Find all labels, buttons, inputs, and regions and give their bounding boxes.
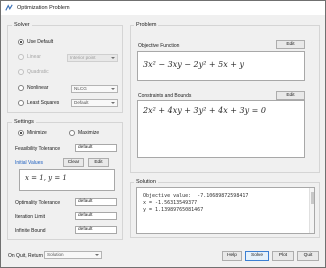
initial-values-expression: x = 1, y = 1 xyxy=(25,174,67,182)
radio-least-squares[interactable] xyxy=(18,100,24,106)
solution-objective-line: Objective value: -7.10689872598417 xyxy=(143,193,249,199)
constraints-label: Constraints and Bounds xyxy=(138,93,192,99)
window-title: Optimization Problem xyxy=(17,5,70,11)
least-squares-method-value: Default xyxy=(74,100,89,105)
quit-button[interactable]: Quit xyxy=(297,251,319,261)
constraints-expression: 2x² + 4xy + 3y² + 4x + 3y = 0 xyxy=(143,106,266,115)
maximize-option[interactable]: Maximize xyxy=(69,130,99,136)
solver-option-least-squares[interactable]: Least Squares xyxy=(18,100,59,106)
feasibility-tolerance-field[interactable]: default xyxy=(75,144,117,152)
settings-group-label: Settings xyxy=(12,119,36,125)
solver-option-quadratic: Quadratic xyxy=(18,69,49,75)
solver-option-nonlinear[interactable]: Nonlinear xyxy=(18,85,48,91)
linear-method-value: Interior point xyxy=(70,55,96,60)
solve-button[interactable]: Solve xyxy=(245,251,269,261)
solution-scroll-thumb[interactable] xyxy=(311,192,314,204)
solver-group-label: Solver xyxy=(12,22,32,28)
on-quit-value: Solution xyxy=(47,252,64,257)
infinite-bound-field[interactable]: default xyxy=(75,226,117,234)
solver-option-least-squares-label: Least Squares xyxy=(27,100,60,106)
chevron-down-icon xyxy=(111,57,115,59)
radio-default[interactable] xyxy=(18,39,24,45)
objective-function-label: Objective Function xyxy=(138,43,180,49)
chevron-down-icon xyxy=(111,102,115,104)
solution-group-label: Solution xyxy=(134,179,158,185)
linear-method-dropdown: Interior point xyxy=(67,54,118,62)
optimality-label: Optimality Tolerance xyxy=(15,200,61,206)
constraints-display: 2x² + 4xy + 3y² + 4x + 3y = 0 xyxy=(137,100,305,158)
radio-minimize[interactable] xyxy=(18,130,24,136)
solver-option-default-label: Use Default xyxy=(27,39,54,45)
nonlinear-method-value: NLCG xyxy=(74,86,87,91)
radio-linear xyxy=(18,54,24,60)
radio-quadratic xyxy=(18,69,24,75)
solver-option-linear: Linear xyxy=(18,54,41,60)
initial-values-edit-button[interactable]: Edit xyxy=(88,158,109,167)
minimize-label: Minimize xyxy=(27,130,47,136)
solver-option-quadratic-label: Quadratic xyxy=(27,69,49,75)
iteration-limit-label: Iteration Limit xyxy=(15,214,46,220)
radio-nonlinear[interactable] xyxy=(18,85,24,91)
solver-option-linear-label: Linear xyxy=(27,54,41,60)
solution-scrollbar[interactable] xyxy=(309,188,314,233)
objective-expression: 3x² − 3xy − 2y² + 5x + y xyxy=(143,60,245,69)
plot-button[interactable]: Plot xyxy=(272,251,294,261)
problem-group-label: Problem xyxy=(134,22,159,28)
title-bar: Optimization Problem xyxy=(1,1,325,15)
solver-option-nonlinear-label: Nonlinear xyxy=(27,85,49,91)
radio-maximize[interactable] xyxy=(69,130,75,136)
infinite-bound-label: Infinite Bound xyxy=(15,228,46,234)
on-quit-dropdown[interactable]: Solution xyxy=(44,251,102,259)
chevron-down-icon xyxy=(111,88,115,90)
on-quit-label: On Quit, Return xyxy=(8,253,44,259)
optimality-tolerance-field[interactable]: default xyxy=(75,198,117,206)
objective-edit-button[interactable]: Edit xyxy=(276,40,305,49)
maximize-label: Maximize xyxy=(78,130,100,136)
help-button[interactable]: Help xyxy=(222,251,242,261)
solver-option-default[interactable]: Use Default xyxy=(18,39,53,45)
objective-function-display: 3x² − 3xy − 2y² + 5x + y xyxy=(137,51,305,81)
solution-output: Objective value: -7.10689872598417 x = -… xyxy=(136,187,315,234)
minimize-option[interactable]: Minimize xyxy=(18,130,47,136)
app-icon xyxy=(5,4,13,11)
iteration-limit-field[interactable]: default xyxy=(75,212,117,220)
initial-values-display: x = 1, y = 1 xyxy=(19,169,115,191)
feasibility-label: Feasibility Tolerance xyxy=(15,146,61,152)
constraints-edit-button[interactable]: Edit xyxy=(276,91,305,100)
solution-y-line: y = 1.13989765081467 xyxy=(143,207,204,213)
chevron-down-icon xyxy=(95,254,99,256)
least-squares-method-dropdown[interactable]: Default xyxy=(71,99,118,107)
initial-values-link[interactable]: Initial Values xyxy=(15,160,43,166)
clear-button[interactable]: Clear xyxy=(63,158,84,167)
nonlinear-method-dropdown[interactable]: NLCG xyxy=(71,85,118,93)
solution-x-line: x = -1.56313549377 xyxy=(143,200,198,206)
optimization-window: Optimization Problem Solver Use Default … xyxy=(0,0,326,268)
